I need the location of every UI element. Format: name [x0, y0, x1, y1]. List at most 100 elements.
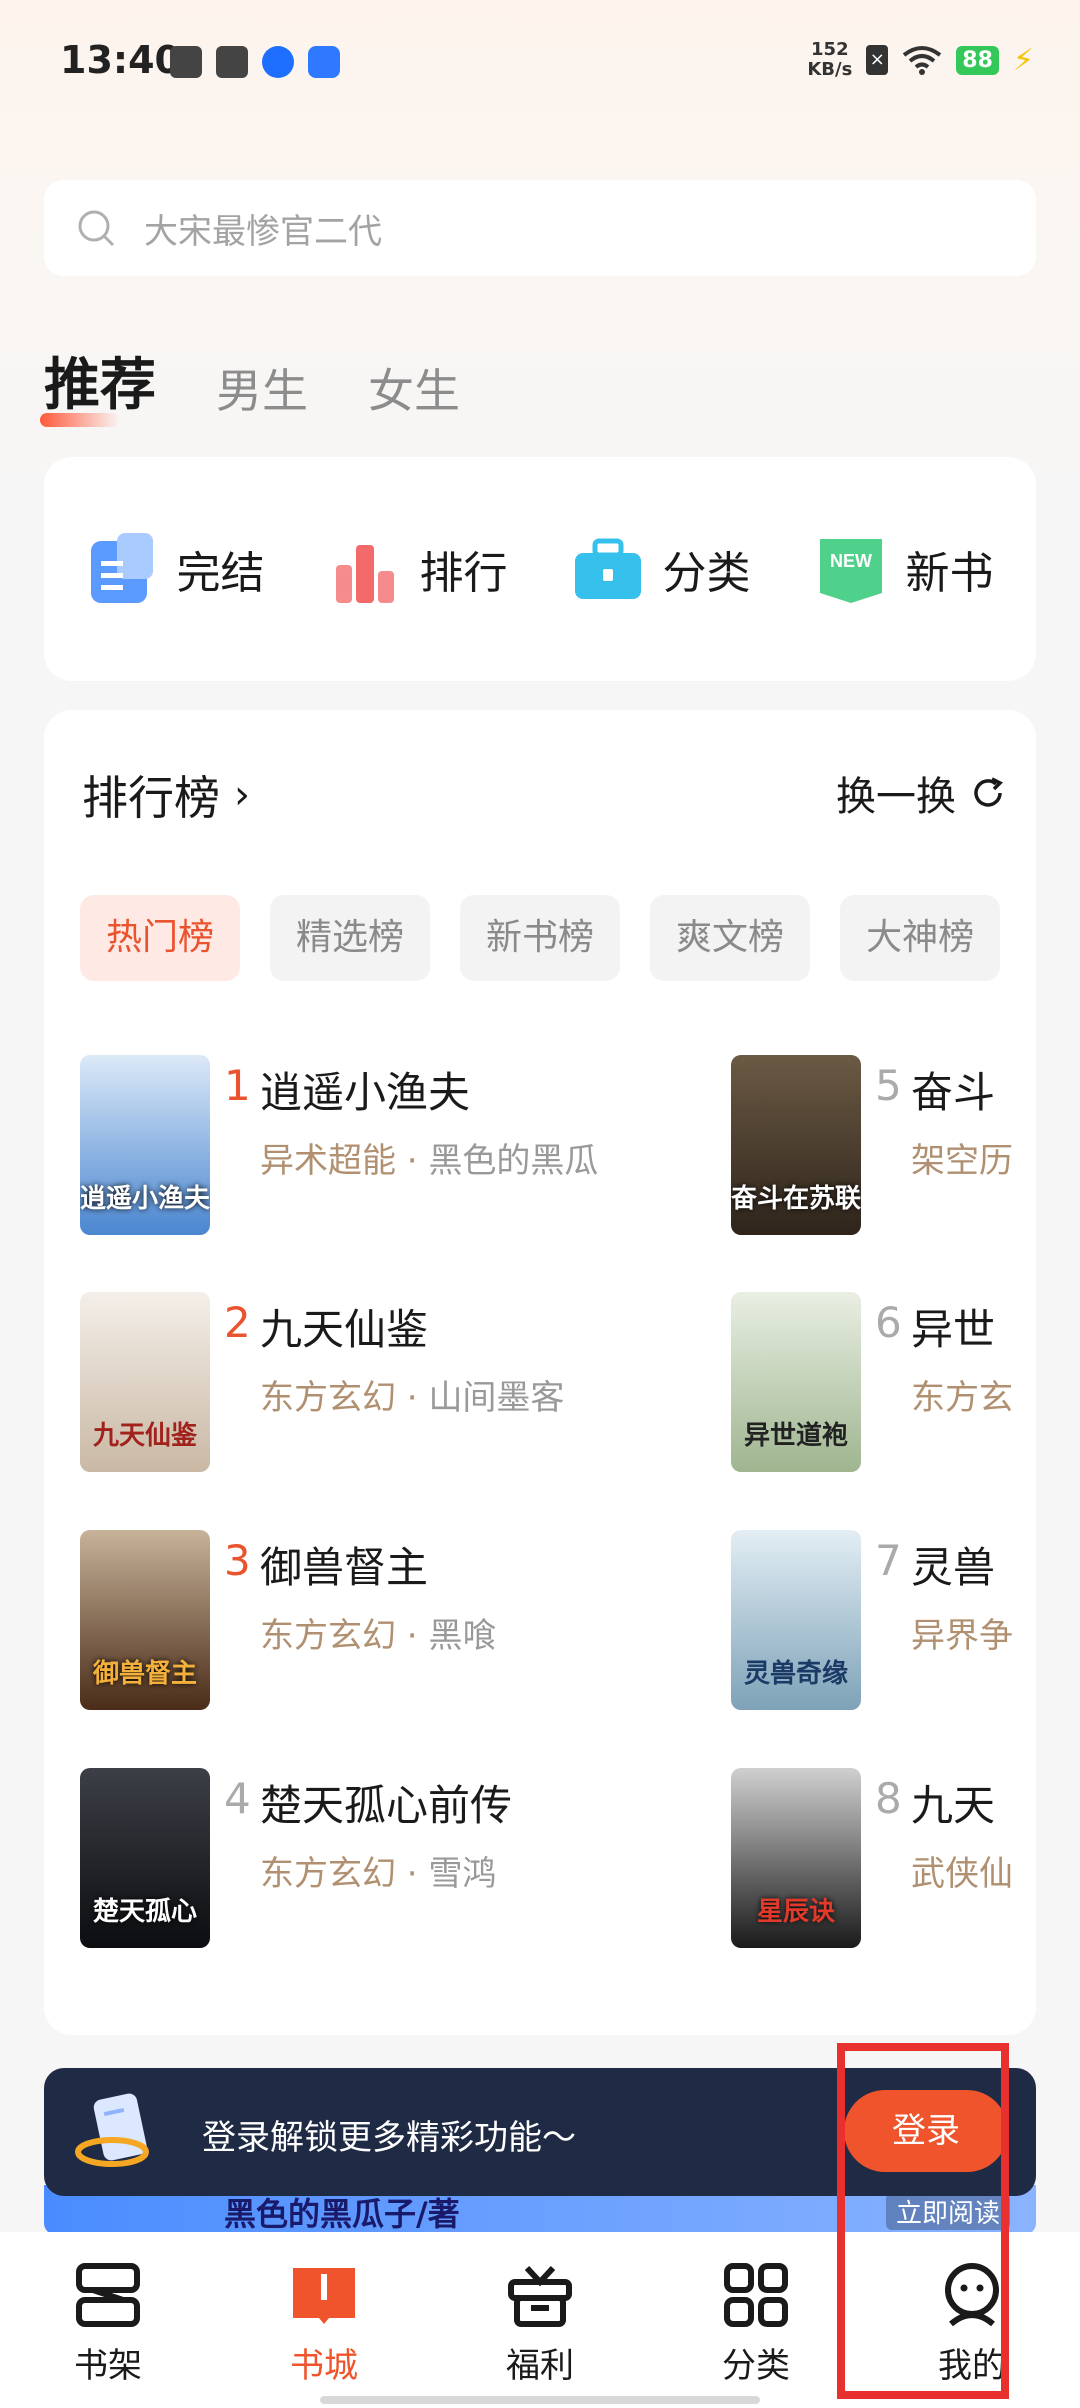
- ranking-title-link[interactable]: 排行榜 ›: [82, 762, 250, 828]
- battery-indicator: 88: [956, 45, 999, 75]
- nav-category[interactable]: 分类: [656, 2260, 856, 2387]
- search-icon: [78, 210, 115, 247]
- status-notification-icons: [170, 46, 340, 78]
- book-meta: 东方玄幻 · 山间墨客: [260, 1378, 565, 1418]
- book-title: 异世: [911, 1305, 996, 1354]
- promo-read-button[interactable]: 立即阅读: [885, 2193, 1010, 2230]
- cover-title: 灵兽奇缘: [743, 1659, 848, 1689]
- book-rank: 3: [224, 1536, 251, 1585]
- book-genre: 东方玄: [911, 1378, 1013, 1418]
- book-item[interactable]: 九天仙鉴 2 九天仙鉴 东方玄幻 · 山间墨客: [80, 1292, 780, 1472]
- status-bar: 13:40 152 KB/s × 88 ⚡: [0, 0, 1080, 130]
- quick-entry-label: 排行: [419, 548, 508, 599]
- chip-new[interactable]: 新书榜: [460, 895, 621, 981]
- book-title: 奋斗: [911, 1068, 996, 1117]
- search-bar[interactable]: 大宋最惨官二代: [44, 180, 1036, 276]
- book-author: 雪鸿: [428, 1854, 497, 1894]
- chevron-right-icon: ›: [234, 772, 250, 818]
- ranking-icon: [335, 545, 394, 603]
- quick-entry-category[interactable]: 分类: [573, 531, 751, 607]
- book-meta: 武侠仙: [911, 1846, 1013, 1895]
- book-cover: 御兽督主: [80, 1530, 210, 1710]
- refresh-icon: [974, 777, 1003, 807]
- book-title: 逍遥小渔夫: [260, 1068, 471, 1117]
- book-rank: 8: [875, 1774, 902, 1823]
- book-title: 灵兽: [911, 1543, 996, 1592]
- cover-title: 奋斗在苏联: [731, 1184, 861, 1214]
- cover-title: 逍遥小渔夫: [80, 1184, 210, 1214]
- ranking-card: 排行榜 › 换一换 热门榜 精选榜 新书榜 爽文榜 大神榜 逍遥小渔夫 1 逍遥…: [44, 710, 1036, 2035]
- charging-icon: ⚡: [1012, 42, 1034, 78]
- tab-male[interactable]: 男生: [216, 355, 308, 421]
- bottom-nav: 书架 书城 福利 分类 我的: [0, 2232, 1080, 2408]
- cover-title: 异世道袍: [743, 1421, 848, 1451]
- book-genre: 东方玄幻: [260, 1616, 396, 1656]
- tab-female[interactable]: 女生: [368, 355, 460, 421]
- book-rank: 1: [224, 1061, 251, 1110]
- nav-label: 福利: [506, 2346, 574, 2386]
- wifi-icon: [903, 46, 942, 75]
- book-title: 九天仙鉴: [260, 1305, 429, 1354]
- book-cover: 奋斗在苏联: [731, 1055, 861, 1235]
- book-genre: 架空历: [911, 1141, 1013, 1181]
- book-item[interactable]: 逍遥小渔夫 1 逍遥小渔夫 异术超能 · 黑色的黑瓜: [80, 1055, 780, 1235]
- nav-label: 我的: [938, 2346, 1006, 2386]
- book-cover: 逍遥小渔夫: [80, 1055, 210, 1235]
- book-meta: 东方玄幻 · 黑喰: [260, 1616, 497, 1656]
- nav-label: 分类: [722, 2346, 790, 2386]
- book-rank: 4: [224, 1774, 251, 1823]
- quick-entry-new[interactable]: NEW 新书: [816, 531, 994, 607]
- quick-entry-label: 新书: [905, 548, 994, 599]
- home-indicator: [320, 2396, 760, 2404]
- book-title: 楚天孤心前传: [260, 1781, 513, 1830]
- chip-selected[interactable]: 精选榜: [270, 895, 431, 981]
- nav-welfare[interactable]: 福利: [440, 2260, 640, 2387]
- quick-entry-ranking[interactable]: 排行: [330, 531, 508, 607]
- book-title: 九天: [911, 1781, 996, 1830]
- nav-profile[interactable]: 我的: [872, 2260, 1072, 2387]
- book-item[interactable]: 楚天孤心 4 楚天孤心前传 东方玄幻 · 雪鸿: [80, 1768, 780, 1948]
- cover-title: 九天仙鉴: [92, 1421, 197, 1451]
- book-cover: 九天仙鉴: [80, 1292, 210, 1472]
- nav-bookstore[interactable]: 书城: [224, 2260, 424, 2387]
- chip-hot[interactable]: 热门榜: [80, 895, 241, 981]
- book-item[interactable]: 星辰诀 8 九天 武侠仙: [731, 1768, 1036, 1948]
- circle-notification-icon: [262, 46, 294, 78]
- ranking-title: 排行榜: [82, 771, 220, 825]
- book-meta: 东方玄幻 · 雪鸿: [260, 1854, 497, 1894]
- refresh-button[interactable]: 换一换: [836, 764, 1006, 822]
- tab-recommend[interactable]: 推荐: [40, 340, 156, 427]
- book-item[interactable]: 奋斗在苏联 5 奋斗 架空历: [731, 1055, 1036, 1235]
- chip-master[interactable]: 大神榜: [840, 895, 1001, 981]
- login-prompt-bar: 登录解锁更多精彩功能～ 登录: [44, 2068, 1036, 2196]
- book-meta: 架空历: [911, 1133, 1013, 1182]
- mail-notification-icon: [216, 46, 248, 78]
- book-item[interactable]: 异世道袍 6 异世 东方玄: [731, 1292, 1036, 1472]
- quick-entry-card: 完结 排行 分类 NEW 新书: [44, 457, 1036, 681]
- book-rank: 6: [875, 1298, 902, 1347]
- book-genre: 东方玄幻: [260, 1854, 396, 1894]
- nav-label: 书城: [290, 2346, 358, 2386]
- book-meta: 异术超能 · 黑色的黑瓜: [260, 1141, 599, 1181]
- quick-entry-complete[interactable]: 完结: [87, 531, 265, 607]
- profile-icon: [945, 2263, 999, 2327]
- new-badge-icon: NEW: [819, 539, 882, 603]
- channel-tabs: 推荐 男生 女生: [40, 340, 460, 427]
- cover-title: 楚天孤心: [92, 1897, 197, 1927]
- login-button[interactable]: 登录: [844, 2090, 1008, 2172]
- book-author: 山间墨客: [428, 1378, 565, 1418]
- vpn-notification-icon: [308, 46, 340, 78]
- book-item[interactable]: 御兽督主 3 御兽督主 东方玄幻 · 黑喰: [80, 1530, 780, 1710]
- chip-cool[interactable]: 爽文榜: [650, 895, 811, 981]
- network-speed-unit: KB/s: [807, 59, 853, 80]
- no-sim-icon: ×: [866, 45, 889, 75]
- nav-bookshelf[interactable]: 书架: [8, 2260, 208, 2387]
- book-meta: 异界争: [911, 1608, 1013, 1657]
- cover-title: 星辰诀: [756, 1897, 835, 1927]
- bookstore-icon: [293, 2268, 355, 2324]
- status-time: 13:40: [60, 38, 181, 82]
- search-placeholder: 大宋最惨官二代: [144, 211, 382, 252]
- book-item[interactable]: 灵兽奇缘 7 灵兽 异界争: [731, 1530, 1036, 1710]
- book-cover: 星辰诀: [731, 1768, 861, 1948]
- book-rank: 5: [875, 1061, 902, 1110]
